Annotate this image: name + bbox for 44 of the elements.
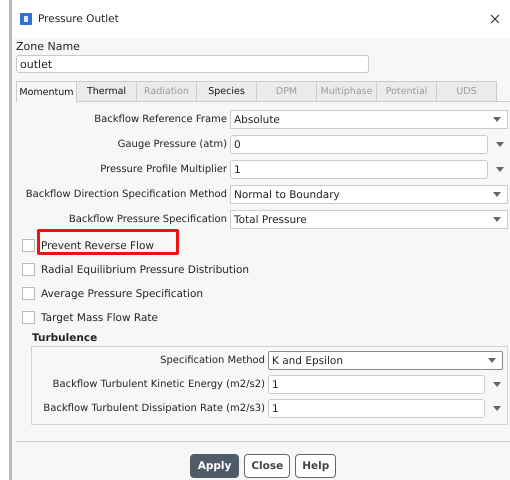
zone-name-label: Zone Name bbox=[16, 40, 81, 53]
number-field[interactable]: 1 bbox=[268, 375, 485, 394]
window-title: Pressure Outlet bbox=[38, 13, 120, 25]
checkbox[interactable] bbox=[22, 263, 35, 276]
checkbox[interactable] bbox=[22, 311, 35, 324]
group-title: Turbulence bbox=[32, 332, 98, 344]
caret-icon[interactable] bbox=[493, 382, 501, 387]
dialog-button[interactable]: Close bbox=[244, 454, 290, 478]
caret-icon bbox=[493, 217, 501, 222]
field-label: Backflow Turbulent Kinetic Energy (m2/s2) bbox=[52, 379, 266, 390]
caret-icon[interactable] bbox=[496, 167, 504, 172]
number-field[interactable]: 1 bbox=[268, 399, 485, 418]
field-label: Pressure Profile Multiplier bbox=[99, 164, 228, 175]
dropdown[interactable]: Normal to Boundary bbox=[230, 185, 508, 204]
field-label: Backflow Reference Frame bbox=[93, 114, 228, 125]
field-label: Specification Method bbox=[159, 355, 266, 366]
field-label: Backflow Pressure Specification bbox=[68, 214, 228, 225]
checkbox-label: Prevent Reverse Flow bbox=[41, 240, 154, 252]
dropdown[interactable]: Absolute bbox=[230, 110, 508, 129]
checkbox-label: Average Pressure Specification bbox=[41, 288, 204, 300]
dialog-button[interactable]: Help bbox=[295, 454, 336, 478]
tab[interactable]: Species bbox=[196, 81, 257, 101]
field-label: Backflow Direction Specification Method bbox=[24, 189, 228, 200]
tab[interactable]: Thermal bbox=[76, 81, 137, 101]
zone-name-field[interactable]: outlet bbox=[16, 55, 369, 73]
caret-icon[interactable] bbox=[493, 406, 501, 411]
caret-icon[interactable] bbox=[496, 142, 504, 147]
caret-icon bbox=[488, 358, 496, 363]
caret-icon bbox=[493, 192, 501, 197]
dropdown[interactable]: K and Epsilon bbox=[268, 351, 503, 370]
apply-button[interactable]: Apply bbox=[190, 454, 240, 478]
field-label: Gauge Pressure (atm) bbox=[116, 139, 228, 150]
number-field[interactable]: 1 bbox=[230, 160, 488, 179]
caret-icon bbox=[493, 117, 501, 122]
dropdown[interactable]: Total Pressure bbox=[230, 210, 508, 229]
field-label: Backflow Turbulent Dissipation Rate (m2/s3) bbox=[42, 403, 266, 414]
checkbox[interactable] bbox=[22, 287, 35, 300]
close-icon[interactable] bbox=[490, 14, 500, 24]
checkbox-label: Target Mass Flow Rate bbox=[41, 312, 158, 324]
checkbox[interactable] bbox=[22, 239, 35, 252]
number-field[interactable]: 0 bbox=[230, 135, 488, 154]
tab[interactable]: Momentum bbox=[16, 81, 77, 102]
checkbox-label: Radial Equilibrium Pressure Distribution bbox=[41, 264, 250, 276]
app-icon bbox=[20, 13, 32, 25]
